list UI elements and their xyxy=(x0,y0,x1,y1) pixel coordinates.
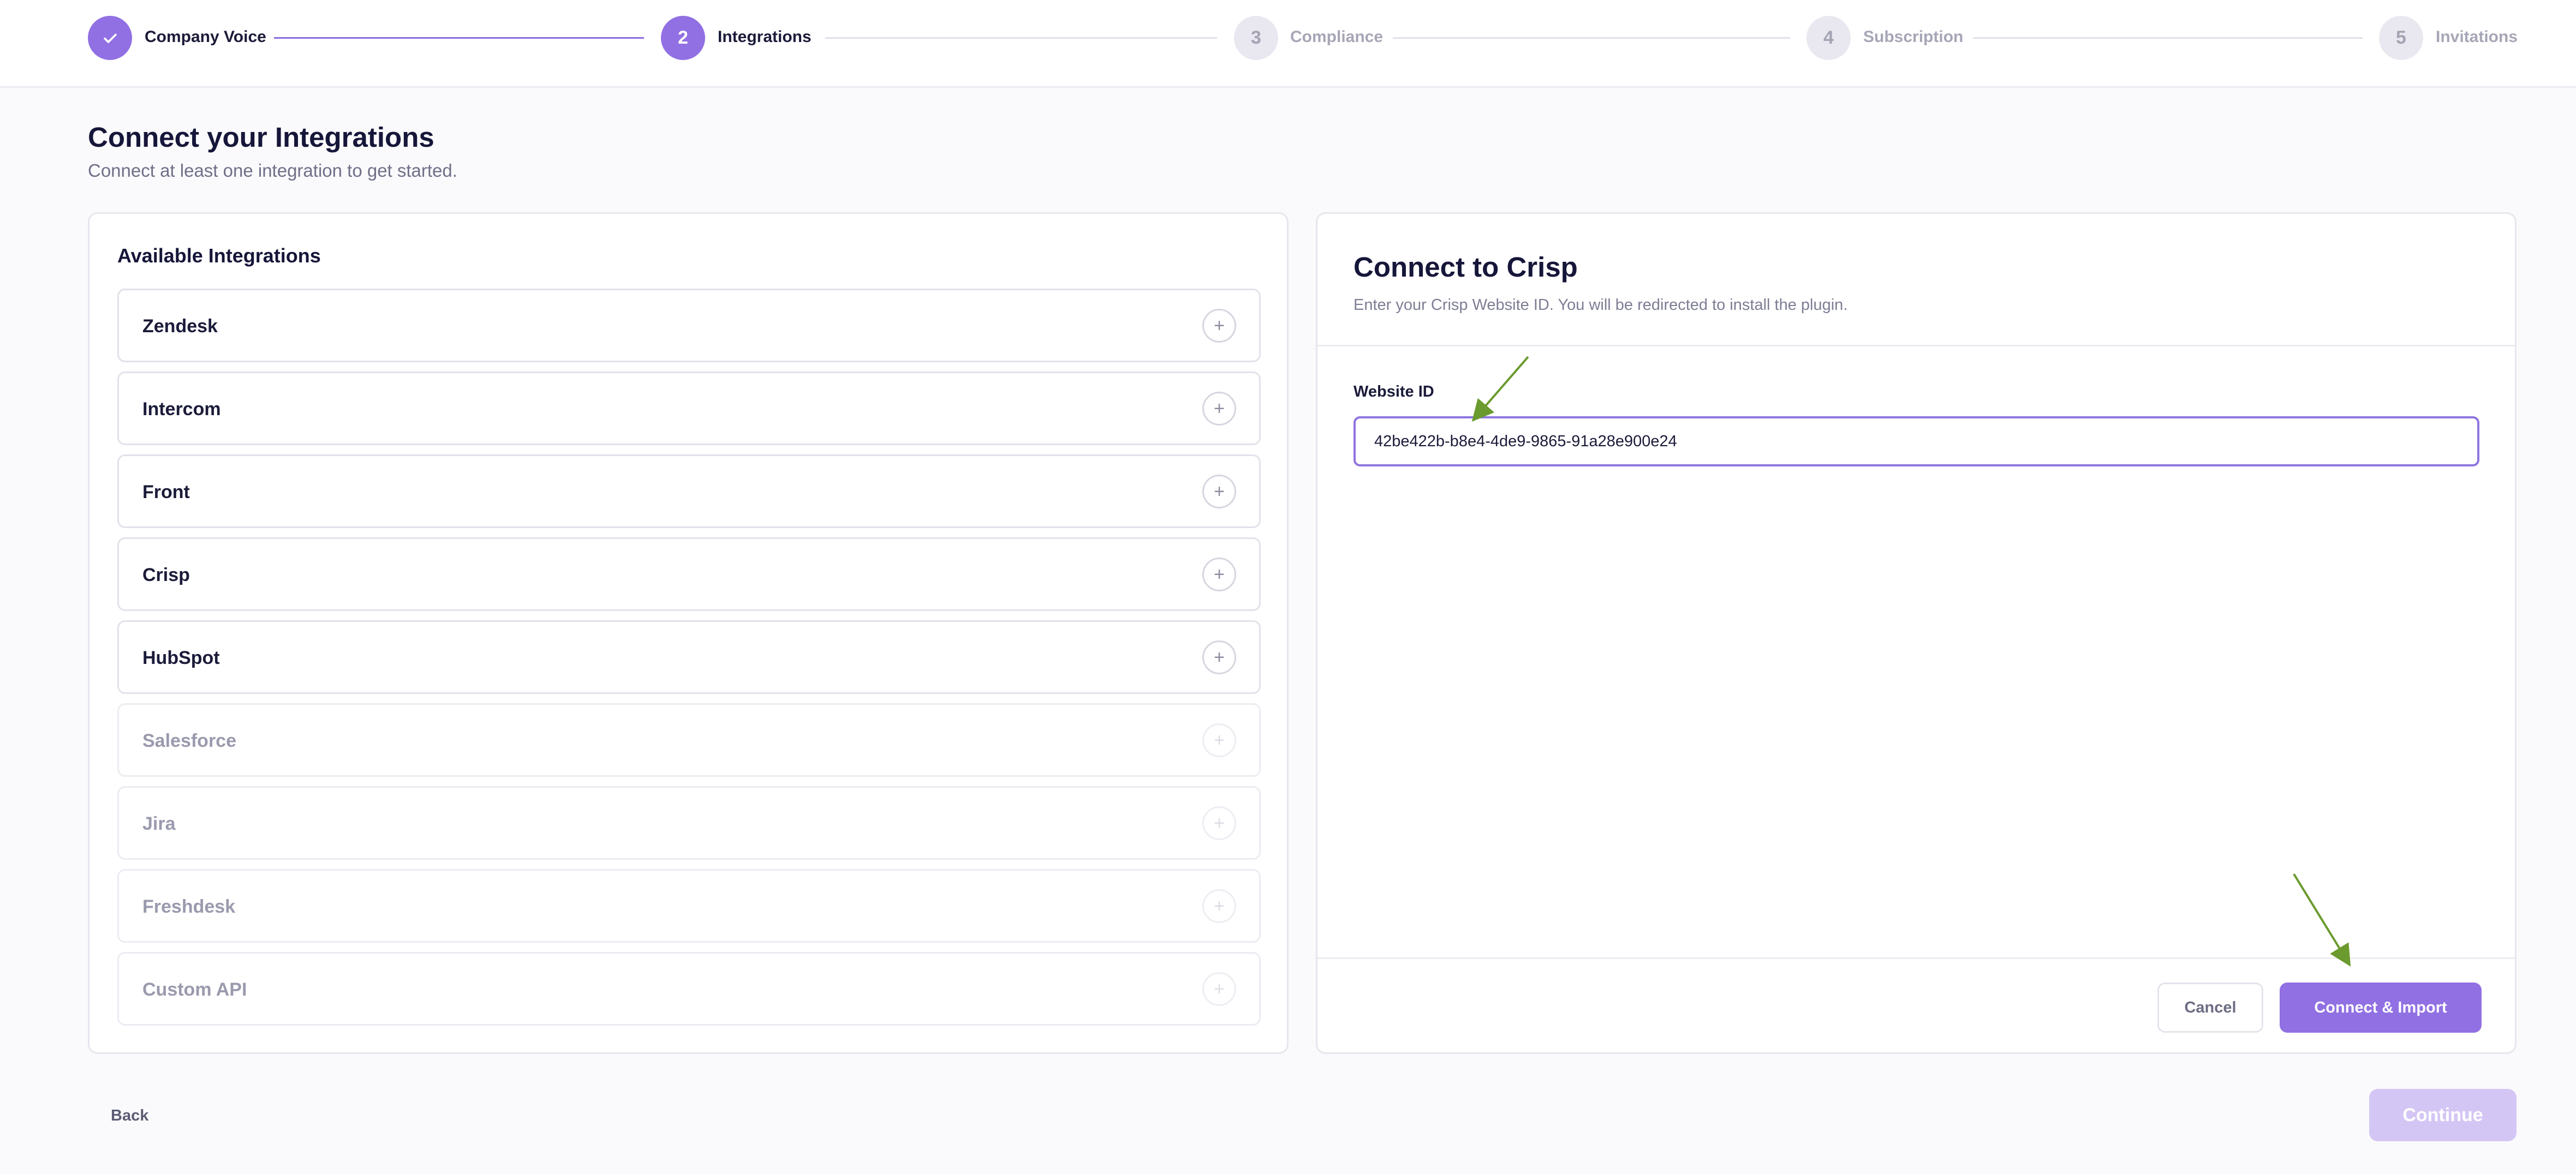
page-title: Connect your Integrations xyxy=(88,122,434,153)
step-connector xyxy=(1393,37,1790,39)
plus-icon[interactable]: + xyxy=(1202,309,1236,343)
integration-item-front[interactable]: Front + xyxy=(117,454,1261,528)
plus-icon: + xyxy=(1202,972,1236,1006)
step-connector xyxy=(274,37,644,39)
integration-name: Custom API xyxy=(142,979,247,1000)
connect-crisp-panel: Connect to Crisp Enter your Crisp Websit… xyxy=(1316,212,2517,1054)
onboarding-stepper: Company Voice 2 Integrations 3 Complianc… xyxy=(0,0,2576,88)
connect-panel-subtitle: Enter your Crisp Website ID. You will be… xyxy=(1353,296,1848,314)
integration-item-crisp[interactable]: Crisp + xyxy=(117,537,1261,611)
plus-icon[interactable]: + xyxy=(1202,392,1236,426)
cancel-button[interactable]: Cancel xyxy=(2157,983,2263,1033)
plus-icon[interactable]: + xyxy=(1202,640,1236,674)
connect-import-button[interactable]: Connect & Import xyxy=(2280,983,2482,1033)
step-5-number: 5 xyxy=(2379,16,2423,60)
step-2-number: 2 xyxy=(661,16,705,60)
integration-name: Jira xyxy=(142,813,176,834)
website-id-input[interactable] xyxy=(1353,416,2479,466)
integration-item-salesforce: Salesforce + xyxy=(117,703,1261,777)
integration-item-hubspot[interactable]: HubSpot + xyxy=(117,620,1261,694)
step-connector xyxy=(1973,37,2363,39)
integration-item-intercom[interactable]: Intercom + xyxy=(117,372,1261,445)
step-connector xyxy=(825,37,1217,39)
website-id-label: Website ID xyxy=(1353,383,1434,400)
panel-footer-divider xyxy=(1317,957,2515,959)
integration-item-zendesk[interactable]: Zendesk + xyxy=(117,289,1261,362)
back-button[interactable]: Back xyxy=(111,1107,148,1125)
plus-icon[interactable]: + xyxy=(1202,558,1236,591)
step-4-number: 4 xyxy=(1806,16,1851,60)
integration-item-custom-api: Custom API + xyxy=(117,952,1261,1026)
step-1-check-icon xyxy=(88,16,132,60)
step-3-number: 3 xyxy=(1234,16,1278,60)
plus-icon: + xyxy=(1202,889,1236,923)
integration-name: Salesforce xyxy=(142,730,236,751)
step-5-label: Invitations xyxy=(2436,28,2518,46)
step-3-label: Compliance xyxy=(1290,28,1384,46)
panel-divider xyxy=(1317,345,2515,346)
integration-name: Intercom xyxy=(142,399,221,420)
integration-name: Freshdesk xyxy=(142,896,236,917)
integration-name: Front xyxy=(142,482,190,502)
integration-item-jira: Jira + xyxy=(117,786,1261,860)
page-subtitle: Connect at least one integration to get … xyxy=(88,160,457,181)
integration-name: Crisp xyxy=(142,565,190,585)
plus-icon[interactable]: + xyxy=(1202,475,1236,508)
step-4-label: Subscription xyxy=(1863,28,1964,46)
integration-name: Zendesk xyxy=(142,316,218,337)
available-integrations-title: Available Integrations xyxy=(117,244,321,267)
available-integrations-card: Available Integrations Zendesk + Interco… xyxy=(88,212,1289,1054)
integration-item-freshdesk: Freshdesk + xyxy=(117,869,1261,943)
plus-icon: + xyxy=(1202,806,1236,840)
continue-button[interactable]: Continue xyxy=(2369,1089,2517,1141)
step-1-label: Company Voice xyxy=(145,28,266,46)
connect-panel-title: Connect to Crisp xyxy=(1353,251,1578,283)
integration-name: HubSpot xyxy=(142,648,220,668)
plus-icon: + xyxy=(1202,723,1236,757)
step-2-label: Integrations xyxy=(718,28,812,46)
